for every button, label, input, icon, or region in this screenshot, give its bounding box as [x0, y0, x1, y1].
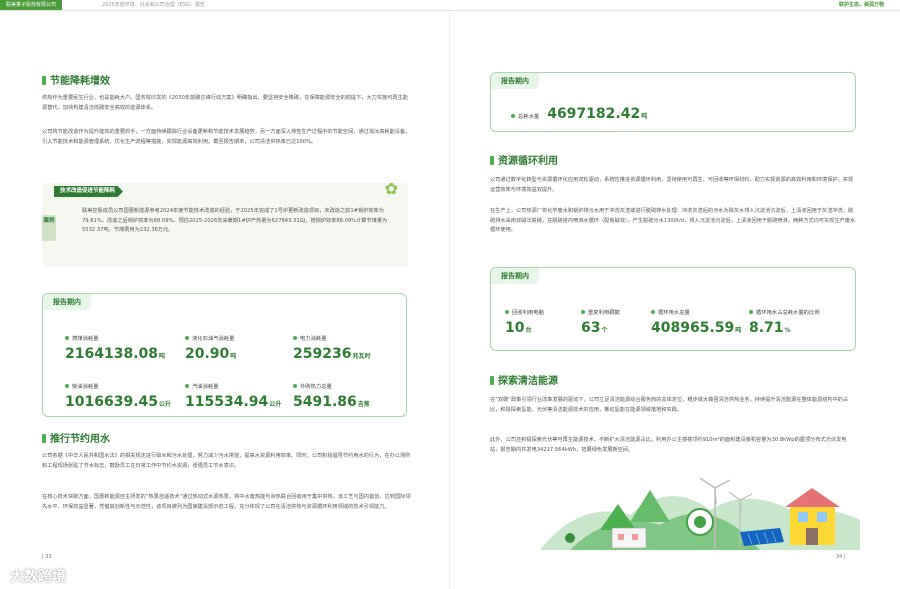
- leaf-icon: ✿: [384, 179, 398, 198]
- stat-label: 汽油消耗量: [192, 384, 219, 390]
- stat-diesel: 柴油消耗量 1016639.45公升: [65, 382, 171, 410]
- paragraph-clean-1: 在“双碳”政策引领行业改革发展的驱动下，公司立足清洁能源综合服务商的总体定位，稳…: [490, 397, 849, 413]
- bullet-icon: [581, 310, 585, 314]
- stat-computers: 回收利用电脑 10台: [505, 308, 544, 336]
- paragraph-clean-2: 此外，公司还积极探索光伏等可再生能源技术，不断扩大清洁能源占比。利用办公主楼楼顶…: [490, 437, 847, 453]
- stat-label: 循环用水总量: [658, 310, 690, 316]
- stat-label: 总耗水量: [518, 114, 540, 120]
- section-title-energy: 节能降耗增效: [42, 72, 110, 87]
- stat-lpg: 液化石油气消耗量 20.90吨: [185, 334, 236, 362]
- paragraph-energy-2: 公司将节能改造作为提升能效的重要抓手，一方面持续跟踪行业设备更新和节能技术发展趋…: [42, 129, 411, 145]
- paragraph-energy-1: 供热作为重要民生行业，也是能耗大户。国务院印发的《2030年前碳达峰行动方案》明…: [42, 95, 408, 111]
- stat-label: 液化石油气消耗量: [192, 336, 235, 342]
- bullet-icon: [749, 310, 753, 314]
- clean-energy-illustration: [540, 477, 860, 550]
- bullet-icon: [65, 384, 69, 388]
- water-total-box: 报告期内 总耗水量 4697182.42吨: [490, 72, 856, 132]
- stat-unit: 吨: [735, 327, 742, 334]
- stat-value: 408965.59: [651, 320, 735, 336]
- watermark: 大数跨境: [10, 569, 66, 585]
- stat-unit: 吉焦: [357, 401, 370, 408]
- stat-value: 20.90: [185, 346, 230, 362]
- stat-unit: 兆瓦时: [352, 353, 371, 360]
- case-flag: 案例: [42, 215, 56, 241]
- stat-electricity: 电力消耗量 259236兆瓦时: [293, 334, 370, 362]
- recycle-stats-box: 报告期内 回收利用电脑 10台 重复利用硒鼓 63个 循环用水总量 408965…: [490, 267, 856, 351]
- paragraph-water-2: 在核心技术突破方面，国惠新能源自主研发的“热泵自适技术”通过热动式水源热泵，将中…: [42, 494, 411, 510]
- stat-value: 63: [581, 320, 601, 336]
- recycle-box-title: 报告期内: [491, 268, 539, 284]
- stat-unit: %: [784, 327, 791, 334]
- page-number-value: 33: [45, 554, 52, 560]
- stat-value: 5491.86: [293, 394, 357, 410]
- stat-value: 10: [505, 320, 525, 336]
- report-title: 2025年度环境、社会和公司治理（ESG）报告: [102, 2, 205, 8]
- case-title: 技术改造促进节能降耗: [54, 186, 124, 197]
- page-header: 联美量子股份有限公司 2025年度环境、社会和公司治理（ESG）报告 联护生态，…: [0, 0, 900, 11]
- page-number-left: | 33: [42, 554, 52, 560]
- stat-recycled-water: 循环用水总量 408965.59吨: [651, 308, 741, 336]
- bullet-icon: [651, 310, 655, 314]
- slogan: 联护生态，美润万物: [838, 2, 884, 8]
- stat-value: 2164138.08: [65, 346, 158, 362]
- stat-unit: 公升: [269, 401, 282, 408]
- stat-value: 4697182.42: [547, 106, 641, 122]
- stat-label: 回收利用电脑: [512, 310, 544, 316]
- water-box-title: 报告期内: [491, 73, 539, 89]
- section-title-recycle: 资源循环利用: [490, 152, 558, 167]
- stat-coal: 燃煤消耗量 2164138.08吨: [65, 334, 165, 362]
- stat-unit: 吨: [159, 353, 166, 360]
- stat-label: 柴油消耗量: [72, 384, 99, 390]
- stat-recycled-ratio: 循环用水占总耗水量的比例 8.71%: [749, 308, 820, 336]
- energy-stats-box: 报告期内 燃煤消耗量 2164138.08吨 液化石油气消耗量 20.90吨 电…: [42, 293, 407, 417]
- stat-label: 电力消耗量: [300, 336, 327, 342]
- bullet-icon: [293, 384, 297, 388]
- stat-label: 循环用水占总耗水量的比例: [756, 310, 820, 316]
- energy-box-title: 报告期内: [43, 294, 91, 310]
- bolt-icon: [694, 516, 706, 528]
- stat-heat: 外购热力总量 5491.86吉焦: [293, 382, 370, 410]
- bullet-icon: [511, 114, 515, 118]
- stat-toner: 重复利用硒鼓 63个: [581, 308, 620, 336]
- person-icon: [565, 533, 575, 543]
- paragraph-recycle-1: 公司通过数字化转型与资源循环化应用双轮驱动，系统性推进资源循环利用，坚持使用可再…: [490, 177, 854, 193]
- stat-label: 重复利用硒鼓: [588, 310, 620, 316]
- bullet-icon: [185, 336, 189, 340]
- stat-gasoline: 汽油消耗量 115534.94公升: [185, 382, 281, 410]
- header-rule: [0, 10, 900, 11]
- page-fold: [449, 12, 451, 589]
- stat-value: 115534.94: [185, 394, 269, 410]
- stat-unit: 公升: [159, 401, 172, 408]
- stat-total-water: 总耗水量 4697182.42吨: [511, 106, 647, 122]
- stat-unit: 吨: [230, 353, 237, 360]
- stat-unit: 台: [525, 327, 532, 334]
- house-icon: [785, 488, 840, 545]
- page-number-right: 34 |: [836, 554, 846, 560]
- stat-unit: 吨: [641, 113, 648, 120]
- bullet-icon: [185, 384, 189, 388]
- paragraph-recycle-2: 在生产上，公司热源厂将化学废水和锅炉排污水用于冲洗灰渣或进行脱硫排水处理：冲洗灰…: [490, 208, 856, 233]
- case-card: 技术改造促进节能降耗 案例 ✿ 联美控股成员公司国惠新能源参考2024年度节能技…: [42, 179, 408, 267]
- stat-value: 1016639.45: [65, 394, 158, 410]
- stat-label: 燃煤消耗量: [72, 336, 99, 342]
- stat-unit: 个: [601, 327, 608, 334]
- page-number-value: 34: [836, 554, 843, 560]
- company-tag: 联美量子股份有限公司: [0, 0, 63, 10]
- stat-value: 8.71: [749, 320, 784, 336]
- factory-icon: [611, 527, 647, 549]
- section-title-clean-energy: 探索清洁能源: [490, 372, 558, 387]
- stat-label: 外购热力总量: [300, 384, 332, 390]
- stat-value: 259236: [293, 346, 352, 362]
- bullet-icon: [505, 310, 509, 314]
- bullet-icon: [293, 336, 297, 340]
- bullet-icon: [65, 336, 69, 340]
- paragraph-water-1: 公司依据《中华人民共和国水法》的相关规定进行取水和污水处理，努力减少污水排放，提…: [42, 453, 411, 469]
- case-body: 联美控股成员公司国惠新能源参考2024年度节能技术改造的经验，于2025年完成了…: [82, 208, 388, 233]
- section-title-water: 推行节约用水: [42, 430, 110, 445]
